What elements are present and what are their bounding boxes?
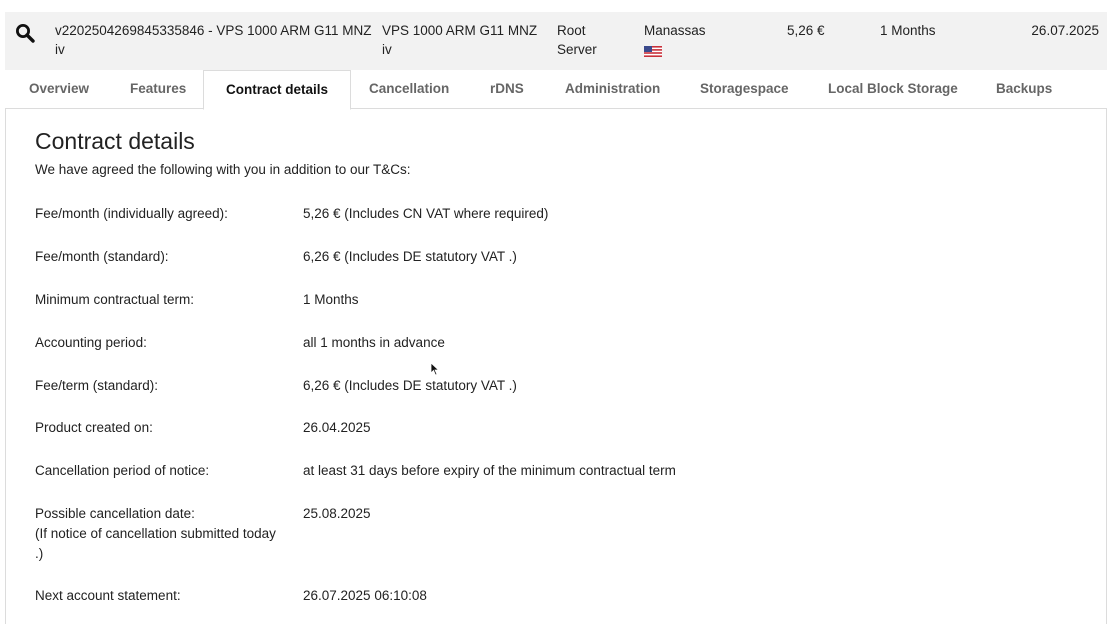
detail-label: Possible cancellation date: (If notice o… <box>35 504 280 564</box>
detail-value: 6,26 € (Includes DE statutory VAT .) <box>303 378 517 393</box>
detail-value: all 1 months in advance <box>303 335 445 350</box>
contract-details-panel: Contract details We have agreed the foll… <box>5 108 1107 624</box>
tab-cancellation[interactable]: Cancellation <box>347 70 471 109</box>
detail-value: at least 31 days before expiry of the mi… <box>303 463 676 478</box>
detail-value: 6,26 € (Includes DE statutory VAT .) <box>303 249 517 264</box>
detail-label: Cancellation period of notice: <box>35 463 210 478</box>
location: Manassas <box>644 21 754 57</box>
us-flag-icon <box>644 43 662 57</box>
mouse-cursor-icon <box>430 362 440 376</box>
detail-label-text: Possible cancellation date: <box>35 506 195 521</box>
product-price: 5,26 € <box>787 23 825 38</box>
tab-bar: Overview Features Contract details Cance… <box>5 70 1107 110</box>
detail-label: Accounting period: <box>35 335 147 350</box>
tab-storagespace[interactable]: Storagespace <box>678 70 811 109</box>
detail-label: Fee/term (standard): <box>35 378 159 393</box>
location-label: Manassas <box>644 23 706 38</box>
tab-features[interactable]: Features <box>108 70 208 109</box>
product-date: 26.07.2025 <box>1031 23 1099 38</box>
server-type: Root Server <box>557 23 597 57</box>
product-name[interactable]: v2202504269845335846 - VPS 1000 ARM G11 … <box>55 21 373 59</box>
detail-label-note: (If notice of cancellation submitted tod… <box>35 526 276 561</box>
tab-overview[interactable]: Overview <box>7 70 111 109</box>
product-type: VPS 1000 ARM G11 MNZ iv <box>382 23 538 57</box>
detail-value: 25.08.2025 <box>303 506 371 521</box>
tab-contract-details[interactable]: Contract details <box>203 70 352 110</box>
detail-label: Fee/month (individually agreed): <box>35 206 228 221</box>
page-title: Contract details <box>35 128 195 154</box>
detail-value: 1 Months <box>303 292 359 307</box>
tab-rdns[interactable]: rDNS <box>468 70 546 109</box>
tab-backups[interactable]: Backups <box>974 70 1074 109</box>
detail-value: 5,26 € (Includes CN VAT where required) <box>303 206 549 221</box>
detail-label: Fee/month (standard): <box>35 249 169 264</box>
detail-label: Minimum contractual term: <box>35 292 195 307</box>
detail-value: 26.04.2025 <box>303 420 371 435</box>
search-icon[interactable] <box>15 23 35 43</box>
intro-text: We have agreed the following with you in… <box>35 162 411 177</box>
product-term: 1 Months <box>880 23 936 38</box>
product-row[interactable]: v2202504269845335846 - VPS 1000 ARM G11 … <box>5 12 1107 70</box>
detail-label: Product created on: <box>35 420 153 435</box>
detail-value: 26.07.2025 06:10:08 <box>303 588 427 603</box>
tab-administration[interactable]: Administration <box>543 70 682 109</box>
tab-local-block-storage[interactable]: Local Block Storage <box>806 70 980 109</box>
detail-label: Next account statement: <box>35 588 181 603</box>
